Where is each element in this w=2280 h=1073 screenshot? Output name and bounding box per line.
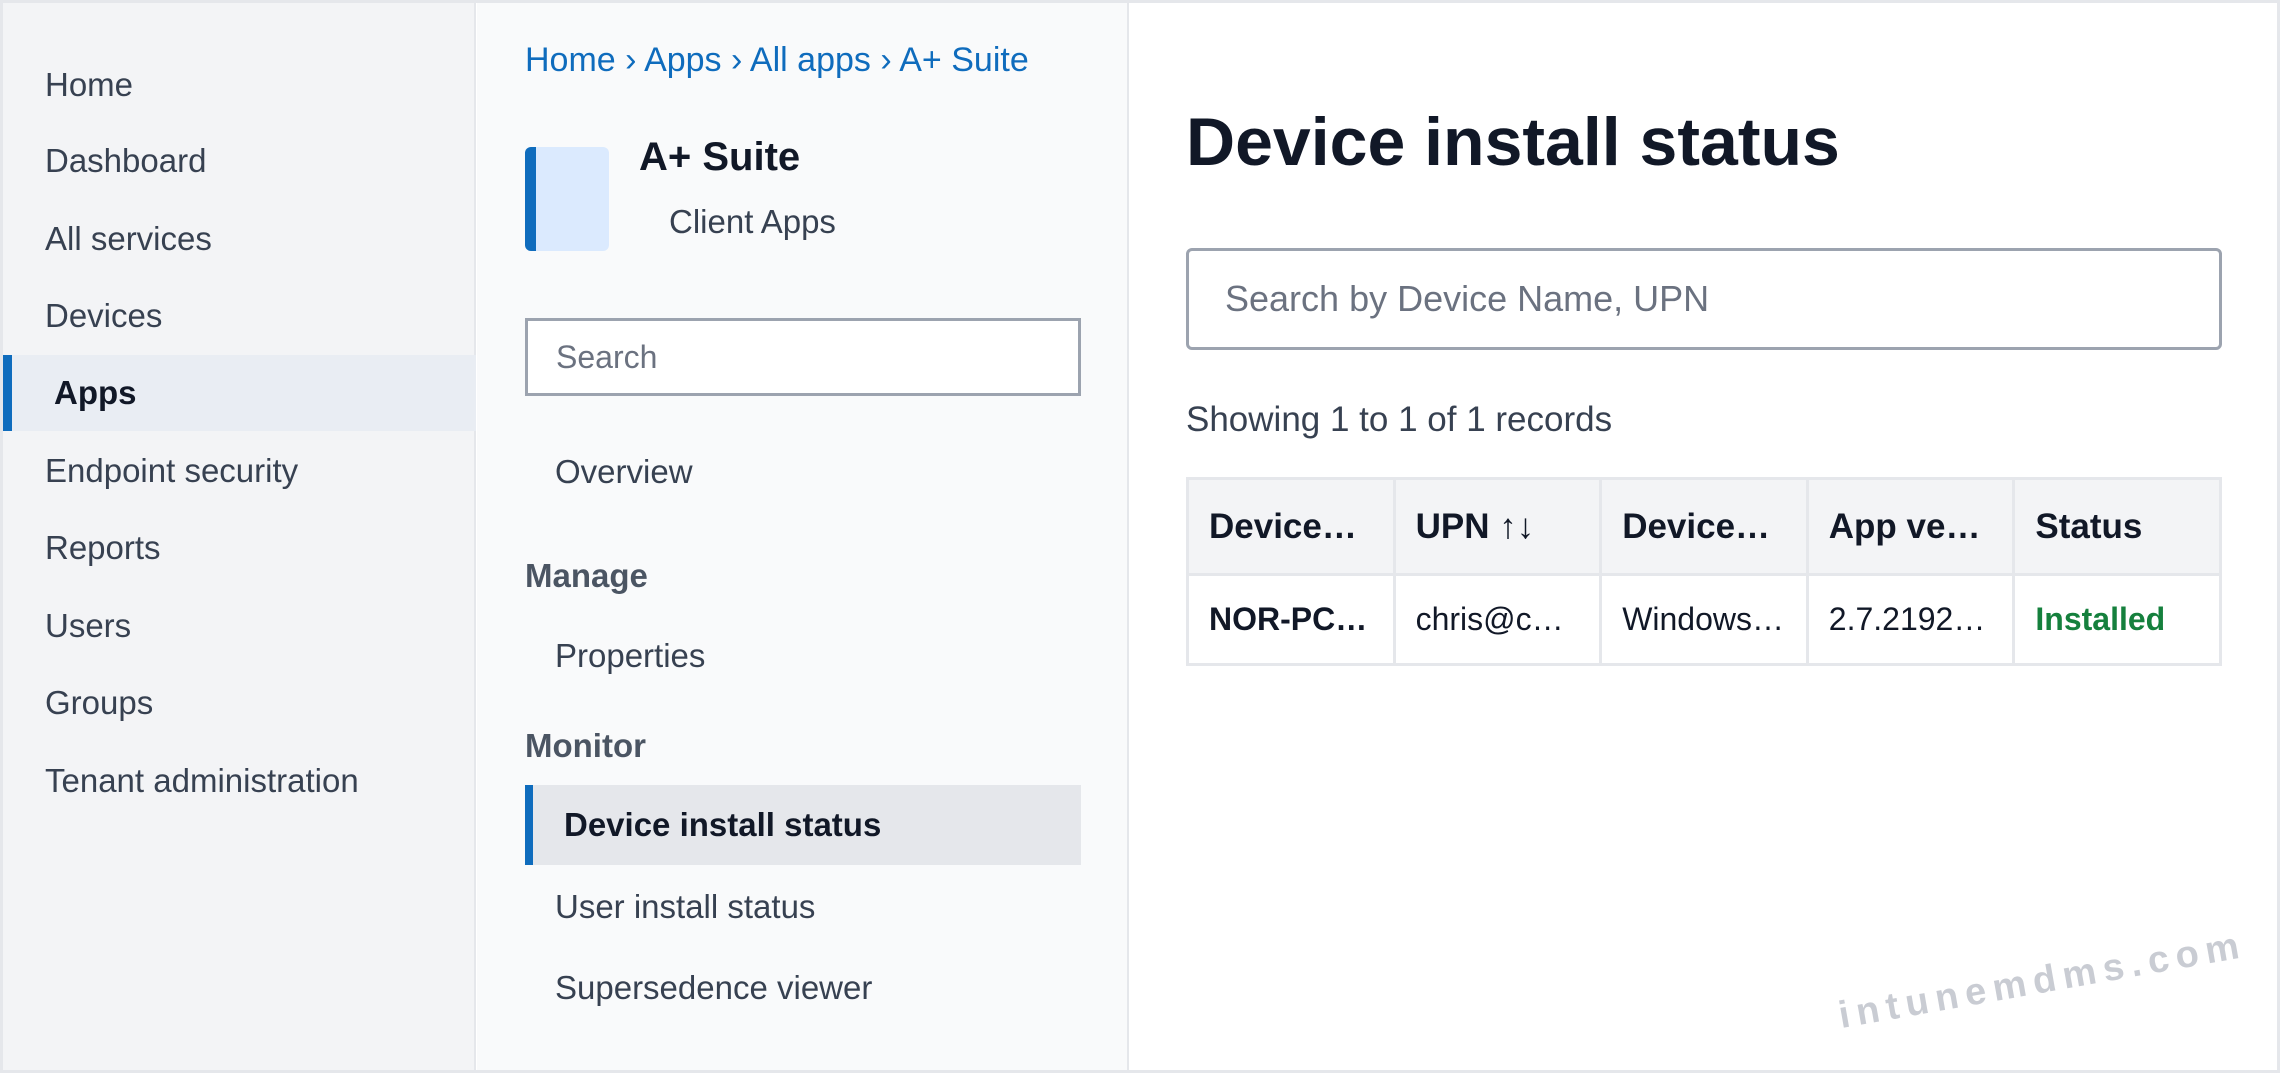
nav-item-apps[interactable]: Apps — [3, 355, 476, 431]
column-header-device-os[interactable]: Device… — [1599, 477, 1809, 576]
nav-item-devices[interactable]: Devices — [3, 278, 476, 354]
nav-item-label: Tenant administration — [45, 762, 359, 799]
page-title: Device install status — [1186, 104, 1840, 180]
menu-item-label: Device install status — [564, 806, 882, 843]
breadcrumb-separator: › — [731, 41, 743, 79]
nav-item-label: Apps — [54, 374, 137, 411]
menu-item-label: Properties — [555, 637, 706, 674]
nav-item-label: Reports — [45, 529, 161, 566]
menu-item-device-install-status[interactable]: Device install status — [525, 785, 1081, 865]
menu-item-label: Overview — [555, 453, 693, 490]
menu-item-properties[interactable]: Properties — [525, 616, 1081, 696]
nav-item-endpoint-security[interactable]: Endpoint security — [3, 433, 476, 509]
nav-item-label: Home — [45, 66, 134, 103]
nav-item-tenant-administration[interactable]: Tenant administration — [3, 743, 476, 819]
nav-item-label: Devices — [45, 297, 163, 334]
nav-item-label: Dashboard — [45, 142, 207, 179]
breadcrumb-current[interactable]: A+ Suite — [899, 41, 1028, 79]
menu-item-user-install-status[interactable]: User install status — [525, 867, 1081, 947]
column-header-app-version[interactable]: App ve… — [1805, 477, 2016, 576]
app-blade: Home › Apps › All apps › A+ Suite A+ Sui… — [477, 3, 1129, 1070]
app-icon-accent — [525, 147, 536, 251]
cell-app-version: 2.7.2192… — [1805, 573, 2016, 666]
cell-upn: chris@c… — [1392, 573, 1603, 666]
cell-status: Installed — [2012, 573, 2222, 666]
table-header-row: Device… UPN ↑↓ Device… App ve… Status — [1186, 477, 2222, 576]
breadcrumb-separator: › — [880, 41, 892, 79]
nav-item-label: Endpoint security — [45, 452, 299, 489]
column-header-upn[interactable]: UPN ↑↓ — [1392, 477, 1603, 576]
nav-item-dashboard[interactable]: Dashboard — [3, 123, 476, 199]
device-search-input[interactable] — [1186, 248, 2222, 350]
nav-item-reports[interactable]: Reports — [3, 510, 476, 586]
app-subtitle: Client Apps — [669, 203, 836, 240]
device-status-table: Device… UPN ↑↓ Device… App ve… Status NO… — [1186, 477, 2222, 666]
section-label-manage: Manage — [525, 557, 648, 594]
breadcrumb-separator: › — [625, 41, 637, 79]
left-navigation: Home Dashboard All services Devices Apps… — [3, 3, 476, 1070]
cell-device-os: Windows… — [1599, 573, 1809, 666]
breadcrumb: Home › Apps › All apps › A+ Suite — [525, 41, 1029, 80]
breadcrumb-home[interactable]: Home — [525, 41, 616, 79]
nav-item-groups[interactable]: Groups — [3, 665, 476, 741]
app-icon — [525, 147, 609, 251]
breadcrumb-apps[interactable]: Apps — [644, 41, 722, 79]
nav-item-label: Users — [45, 607, 132, 644]
menu-item-label: User install status — [555, 888, 816, 925]
app-title: A+ Suite — [639, 135, 801, 179]
main-content: Device install status Showing 1 to 1 of … — [1131, 3, 2277, 1070]
menu-item-overview[interactable]: Overview — [525, 432, 1081, 512]
blade-search-input[interactable] — [525, 318, 1081, 396]
breadcrumb-all-apps[interactable]: All apps — [750, 41, 871, 79]
nav-item-users[interactable]: Users — [3, 588, 476, 664]
column-header-device-name[interactable]: Device… — [1186, 477, 1396, 576]
nav-item-label: All services — [45, 220, 212, 257]
section-label-monitor: Monitor — [525, 727, 646, 764]
nav-item-home[interactable]: Home — [3, 47, 476, 123]
column-header-status[interactable]: Status — [2012, 477, 2222, 576]
table-row[interactable]: NOR-PC… chris@c… Windows… 2.7.2192… Inst… — [1186, 573, 2222, 666]
menu-item-label: Supersedence viewer — [555, 969, 873, 1006]
nav-item-label: Groups — [45, 684, 154, 721]
records-count: Showing 1 to 1 of 1 records — [1186, 400, 1613, 439]
menu-item-supersedence-viewer[interactable]: Supersedence viewer — [525, 948, 1081, 1028]
cell-device-name[interactable]: NOR-PC… — [1186, 573, 1396, 666]
nav-item-all-services[interactable]: All services — [3, 201, 476, 277]
